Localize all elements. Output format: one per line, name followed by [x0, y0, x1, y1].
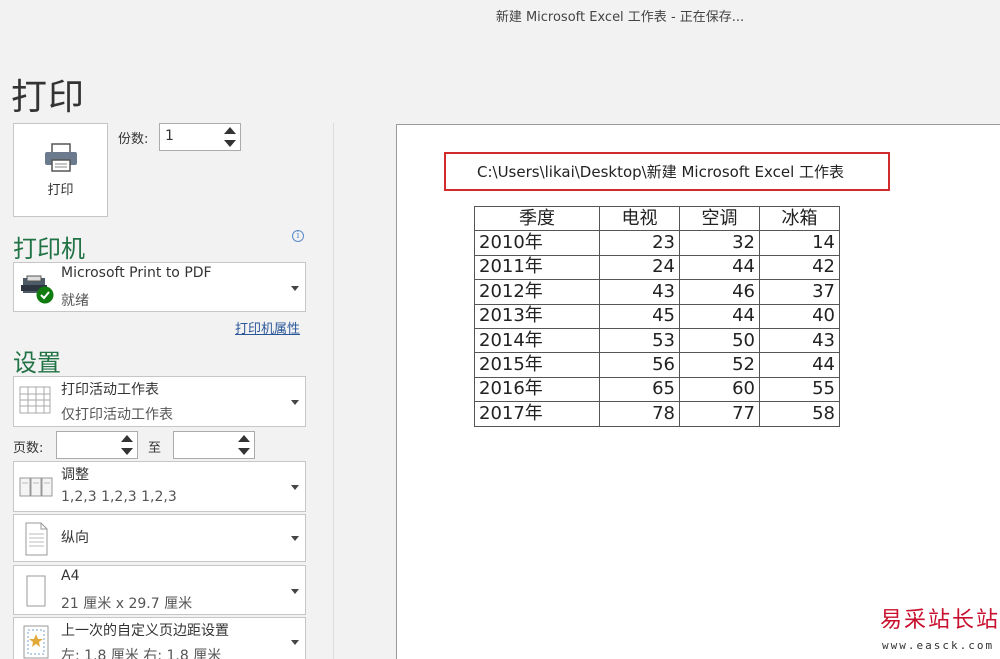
table-cell: 2013年 — [474, 303, 600, 329]
table-row: 2012年 43 46 37 — [474, 279, 840, 305]
table-header-row: 季度 电视 空调 冰箱 — [474, 205, 840, 232]
table-cell: 46 — [679, 279, 760, 305]
print-button[interactable]: 打印 — [13, 123, 108, 217]
header-path: C:\Users\likai\Desktop\新建 Microsoft Exce… — [444, 152, 890, 191]
worksheet-icon — [19, 386, 51, 414]
orientation-title: 纵向 — [61, 530, 89, 546]
table-row: 2017年 78 77 58 — [474, 401, 840, 427]
pages-from-input[interactable] — [56, 431, 138, 459]
table-cell: 50 — [679, 327, 760, 354]
chevron-down-icon — [291, 536, 299, 541]
chevron-down-icon — [291, 286, 299, 291]
portrait-page-icon — [25, 522, 48, 556]
printer-section-title: 打印机 — [13, 235, 85, 263]
margins-desc: 左: 1.8 厘米 右: 1.8 厘米 — [61, 648, 222, 659]
paper-size-desc: 21 厘米 x 29.7 厘米 — [61, 596, 193, 612]
window-title: 新建 Microsoft Excel 工作表 - 正在保存... — [495, 10, 745, 25]
table-cell: 23 — [599, 230, 680, 256]
collate-title: 调整 — [61, 467, 89, 483]
table-cell: 37 — [759, 279, 840, 305]
header-cell: 空调 — [679, 205, 760, 232]
printer-select[interactable]: Microsoft Print to PDF 就绪 — [13, 262, 306, 312]
table-cell: 2014年 — [474, 327, 600, 354]
watermark-url: www.easck.com — [882, 639, 995, 652]
table-cell: 2012年 — [474, 279, 600, 305]
print-what-desc: 仅打印活动工作表 — [61, 407, 173, 423]
table-cell: 2010年 — [474, 230, 600, 256]
chevron-down-icon — [291, 400, 299, 405]
header-cell: 电视 — [599, 205, 680, 232]
print-what-select[interactable]: 打印活动工作表 仅打印活动工作表 — [13, 376, 306, 427]
margins-select[interactable]: 上一次的自定义页边距设置 左: 1.8 厘米 右: 1.8 厘米 — [13, 617, 306, 659]
table-cell: 32 — [679, 230, 760, 256]
margins-icon — [23, 625, 49, 659]
pages-label: 页数: — [13, 441, 44, 456]
copies-value: 1 — [165, 128, 174, 144]
preview-table: 季度 电视 空调 冰箱 2010年 23 32 14 2011年 24 44 42 2012年 43 46 3… — [474, 205, 840, 427]
header-cell: 季度 — [474, 205, 600, 232]
watermark-logo: 易采站长站 — [880, 608, 1000, 633]
pages-to-input[interactable] — [173, 431, 255, 459]
header-cell: 冰箱 — [759, 205, 840, 232]
table-cell: 43 — [759, 327, 840, 354]
table-cell: 2016年 — [474, 376, 600, 403]
table-cell: 44 — [679, 254, 760, 281]
copies-stepper[interactable]: 1 — [159, 123, 241, 151]
table-cell: 14 — [759, 230, 840, 256]
table-cell: 45 — [599, 303, 680, 329]
table-row: 2015年 56 52 44 — [474, 352, 840, 378]
margins-title: 上一次的自定义页边距设置 — [61, 623, 229, 639]
chevron-down-icon — [291, 640, 299, 645]
table-cell: 60 — [679, 376, 760, 403]
table-cell: 2017年 — [474, 401, 600, 427]
table-cell: 78 — [599, 401, 680, 427]
pdf-printer-icon — [21, 275, 54, 304]
orientation-select[interactable]: 纵向 — [13, 514, 306, 562]
settings-section-title: 设置 — [13, 349, 61, 377]
collate-select[interactable]: 调整 1,2,3 1,2,3 1,2,3 — [13, 461, 306, 512]
table-cell: 56 — [599, 352, 680, 378]
paper-size-select[interactable]: A4 21 厘米 x 29.7 厘米 — [13, 565, 306, 615]
table-cell: 2011年 — [474, 254, 600, 281]
pages-to-label: 至 — [148, 441, 162, 456]
table-cell: 42 — [759, 254, 840, 281]
table-cell: 53 — [599, 327, 680, 354]
table-cell: 44 — [679, 303, 760, 329]
table-cell: 55 — [759, 376, 840, 403]
chevron-down-icon — [291, 485, 299, 490]
panel-divider — [333, 123, 334, 659]
table-row: 2011年 24 44 42 — [474, 254, 840, 281]
collate-desc: 1,2,3 1,2,3 1,2,3 — [61, 489, 177, 505]
printer-status: 就绪 — [61, 293, 89, 309]
printer-name: Microsoft Print to PDF — [61, 265, 212, 281]
table-row: 2016年 65 60 55 — [474, 376, 840, 403]
table-cell: 65 — [599, 376, 680, 403]
spin-arrows-icon[interactable] — [238, 434, 251, 456]
spin-arrows-icon[interactable] — [224, 126, 237, 148]
copies-label: 份数: — [118, 132, 149, 147]
printer-icon — [44, 142, 77, 172]
table-row: 2014年 53 50 43 — [474, 327, 840, 354]
info-icon[interactable]: i — [292, 230, 304, 242]
table-cell: 77 — [679, 401, 760, 427]
table-cell: 43 — [599, 279, 680, 305]
page-title: 打印 — [11, 77, 86, 118]
print-what-title: 打印活动工作表 — [61, 382, 159, 398]
table-cell: 24 — [599, 254, 680, 281]
paper-size-title: A4 — [61, 568, 80, 584]
table-row: 2010年 23 32 14 — [474, 230, 840, 256]
spin-arrows-icon[interactable] — [121, 434, 134, 456]
print-preview: C:\Users\likai\Desktop\新建 Microsoft Exce… — [396, 124, 1000, 659]
table-row: 2013年 45 44 40 — [474, 303, 840, 329]
table-cell: 52 — [679, 352, 760, 378]
table-cell: 58 — [759, 401, 840, 427]
printer-properties-link[interactable]: 打印机属性 — [235, 318, 300, 337]
chevron-down-icon — [291, 589, 299, 594]
collate-icon — [19, 477, 53, 497]
print-button-label: 打印 — [47, 182, 74, 198]
table-cell: 44 — [759, 352, 840, 378]
table-cell: 2015年 — [474, 352, 600, 378]
table-cell: 40 — [759, 303, 840, 329]
paper-icon — [26, 575, 46, 607]
